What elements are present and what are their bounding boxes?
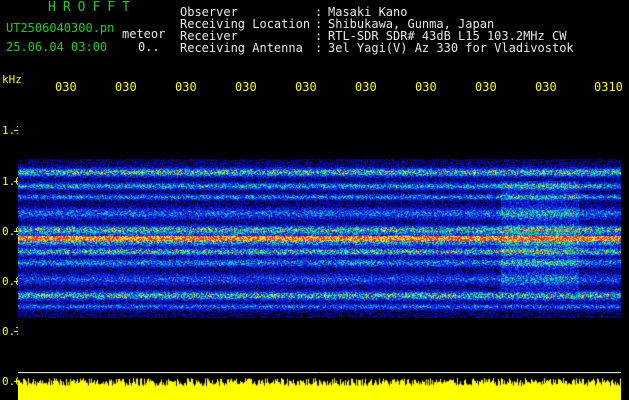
time-tick: 030 xyxy=(175,80,197,94)
filename-label: UT2506040300.pn xyxy=(6,21,115,35)
meteor-label: meteor xyxy=(122,27,166,41)
antenna-label: Receiving Antenna xyxy=(180,41,303,55)
time-tick: 030 xyxy=(235,80,257,94)
time-tick: 030 xyxy=(295,80,317,94)
time-tick: 030 xyxy=(355,80,377,94)
time-tick: 030 xyxy=(535,80,557,94)
count-label: 0.. xyxy=(138,40,160,54)
datetime-label: 25.06.04 03:00 xyxy=(6,40,108,54)
time-tick: 030 xyxy=(115,80,137,94)
time-tick: 030 xyxy=(475,80,497,94)
antenna-separator: : xyxy=(315,41,323,55)
signal-level-bar xyxy=(18,372,621,400)
time-tick: 030 xyxy=(415,80,437,94)
brand-title: HROFFT xyxy=(48,0,137,15)
antenna-value: 3el Yagi(V) Az 330 for Vladivostok xyxy=(328,41,574,55)
y-unit-label: kHz xyxy=(2,73,22,86)
time-tick: 0310 xyxy=(594,80,623,94)
spectrogram-waterfall xyxy=(18,98,621,372)
time-tick: 030 xyxy=(55,80,77,94)
